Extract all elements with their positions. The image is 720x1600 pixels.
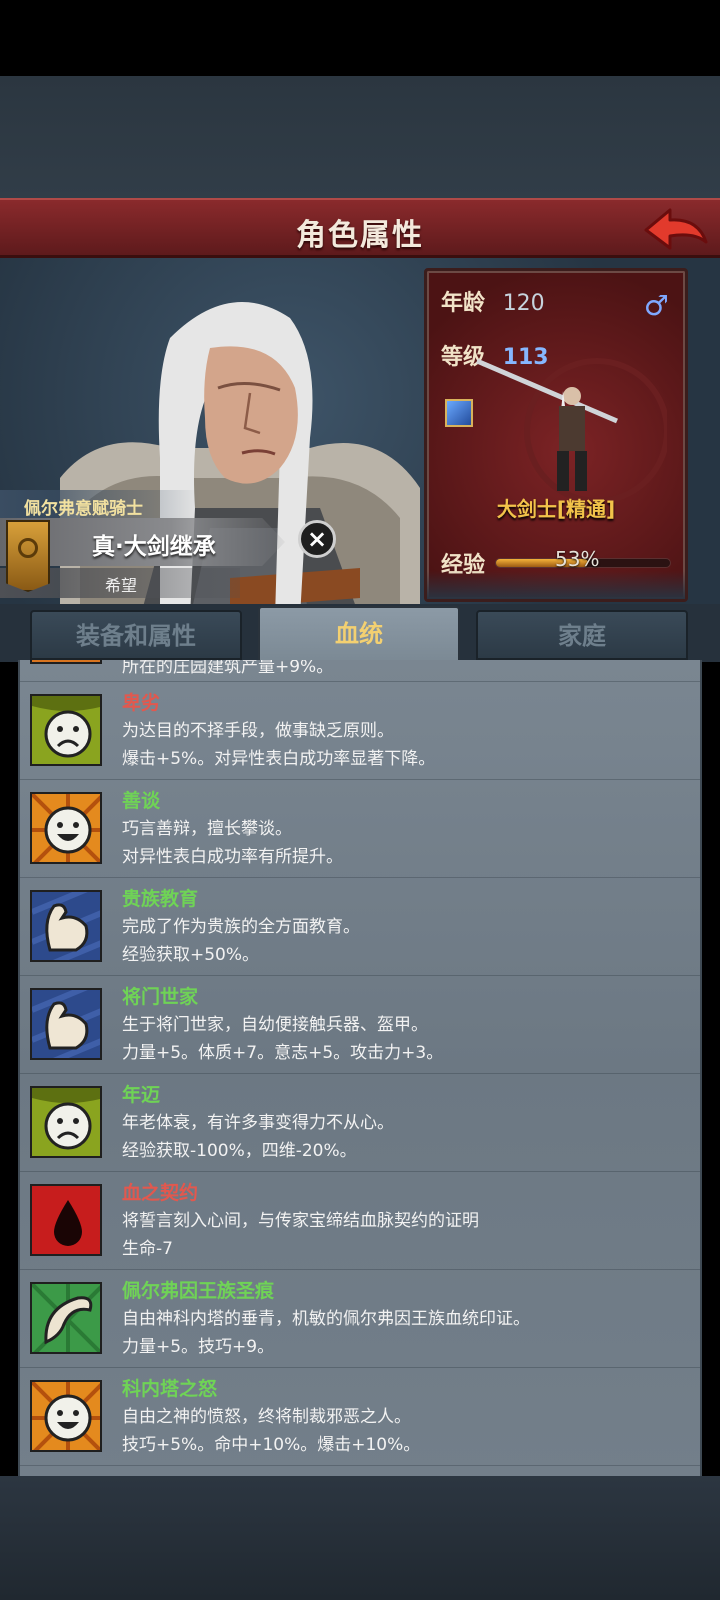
flex-arm-icon [30,988,102,1060]
page-title: 角色属性 [296,218,424,253]
close-icon[interactable]: × [298,520,336,558]
list-item[interactable]: 佩尔弗因王族圣痕自由神科内塔的垂青，机敏的佩尔弗因王族血统印证。 力量+5。技巧+… [20,1270,700,1368]
trait-name: 血之契约 [122,1182,199,1204]
tab-family[interactable]: 家庭 [476,610,688,660]
character-title: 佩尔弗意赋骑士 [24,499,143,519]
age-row: 年龄 120 [441,285,545,317]
list-item[interactable]: 血之契约将誓言刻入心间，与传家宝缔结血脉契约的证明 生命-7 [20,1172,700,1270]
trait-name: 年迈 [122,1084,161,1106]
list-item: 所在的庄园建筑产量+9%。 [20,660,700,682]
trait-effect: 爆击+5%。对异性表白成功率显著下降。 [122,749,436,769]
tab-equipment[interactable]: 装备和属性 [30,610,242,660]
list-item[interactable]: 将门世家生于将门世家，自幼便接触兵器、盔甲。 力量+5。体质+7。意志+5。攻击力… [20,976,700,1074]
trait-description: 为达目的不择手段，做事缺乏原则。 [122,721,394,741]
blood-drop-icon [30,1184,102,1256]
smile-face-icon [30,792,102,864]
sad-face-icon [30,694,102,766]
trait-effect: 力量+5。体质+7。意志+5。攻击力+3。 [122,1043,444,1063]
title-bar: 角色属性 [0,198,720,258]
house-banner-icon [6,520,50,592]
sad-face-icon [30,1086,102,1158]
trait-description: 巧言善辩，擅长攀谈。 [122,819,292,839]
trait-name: 卑劣 [122,692,161,714]
trait-description: 将誓言刻入心间，与传家宝缔结血脉契约的证明 [122,1211,479,1231]
list-item[interactable]: 贵族教育完成了作为贵族的全方面教育。 经验获取+50%。 [20,878,700,976]
trait-description: 年老体衰，有许多事变得力不从心。 [122,1113,394,1133]
trait-name: 贵族教育 [122,888,199,910]
tab-bloodline[interactable]: 血统 [258,606,460,662]
card-decoration [427,571,685,599]
trait-effect: 技巧+5%。命中+10%。爆击+10%。 [122,1435,421,1455]
character-subtitle: 希望 [105,576,138,595]
trait-effect: 生命-7 [122,1239,173,1259]
trait-description: 完成了作为贵族的全方面教育。 [122,917,360,937]
trait-name: 将门世家 [122,986,199,1008]
exp-percent: 53% [555,547,600,571]
trait-description: 生于将门世家，自幼便接触兵器、盔甲。 [122,1015,428,1035]
flex-arm-icon [30,890,102,962]
trait-effect: 经验获取+50%。 [122,945,260,965]
trait-name: 佩尔弗因王族圣痕 [122,1280,275,1302]
trait-name: 科内塔之怒 [122,1378,218,1400]
trait-effect: 力量+5。技巧+9。 [122,1337,275,1357]
class-name: 大剑士[精通] [496,497,616,521]
back-arrow-icon[interactable] [640,204,712,256]
character-name: 真·大剑继承 [92,534,216,560]
trait-description: 自由之神的愤怒，终将制裁邪恶之人。 [122,1407,411,1427]
smile-face-icon [30,1380,102,1452]
stat-card: 年龄 120 ♂ 等级 113 大剑士[精通] 经验 53% [424,268,688,602]
trait-effect: 所在的庄园建筑产量+9%。 [122,660,334,677]
bottom-backdrop [0,1476,720,1600]
class-figure-icon [476,358,667,501]
age-label: 年龄 [441,291,486,316]
list-item[interactable]: 卑劣为达目的不择手段，做事缺乏原则。爆击+5%。对异性表白成功率显著下降。 [20,682,700,780]
tab-bar: 装备和属性 血统 家庭 [0,604,720,662]
status-bar [0,0,720,76]
trait-effect: 经验获取-100%，四维-20%。 [122,1141,357,1161]
male-gender-icon: ♂ [643,289,669,322]
sun-icon [30,660,102,664]
trait-effect: 对异性表白成功率有所提升。 [122,847,343,867]
list-item[interactable]: 年迈年老体衰，有许多事变得力不从心。 经验获取-100%，四维-20%。 [20,1074,700,1172]
list-item[interactable]: 科内塔之怒自由之神的愤怒，终将制裁邪恶之人。 技巧+5%。命中+10%。爆击+10… [20,1368,700,1466]
list-item[interactable]: 善谈巧言善辩，擅长攀谈。对异性表白成功率有所提升。 [20,780,700,878]
trait-list[interactable]: 所在的庄园建筑产量+9%。 卑劣为达目的不择手段，做事缺乏原则。爆击+5%。对异… [18,660,702,1476]
age-value: 120 [502,291,545,316]
character-title-plate: 佩尔弗意赋骑士 [0,490,200,520]
feather-icon [30,1282,102,1354]
trait-description: 自由神科内塔的垂青，机敏的佩尔弗因王族血统印证。 [122,1309,530,1329]
top-backdrop [0,76,720,198]
trait-name: 善谈 [122,790,161,812]
